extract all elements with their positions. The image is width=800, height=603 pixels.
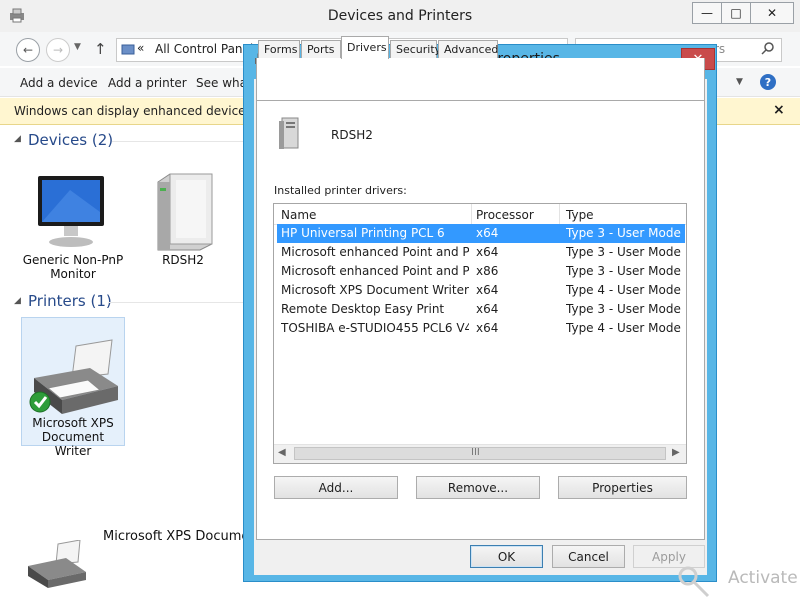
driver-name: Remote Desktop Easy Print bbox=[281, 302, 445, 316]
key-watermark-icon bbox=[676, 564, 712, 600]
monitor-icon[interactable] bbox=[34, 172, 110, 252]
cancel-button[interactable]: Cancel bbox=[552, 545, 625, 568]
up-arrow-icon[interactable]: ↑ bbox=[94, 40, 107, 58]
server-small-icon bbox=[278, 116, 300, 150]
column-separator[interactable] bbox=[559, 204, 560, 224]
view-options-chevron-icon[interactable]: ▼ bbox=[736, 77, 743, 87]
driver-processor: x64 bbox=[476, 321, 499, 335]
tab-drivers[interactable]: Drivers bbox=[341, 36, 389, 59]
driver-name: Microsoft enhanced Point and Pri... bbox=[281, 245, 469, 259]
driver-processor: x64 bbox=[476, 226, 499, 240]
driver-properties-button[interactable]: Properties bbox=[558, 476, 687, 499]
driver-processor: x64 bbox=[476, 302, 499, 316]
driver-name: Microsoft XPS Document Writer v4 bbox=[281, 283, 469, 297]
scroll-left-icon[interactable]: ◀ bbox=[278, 447, 286, 458]
driver-type: Type 3 - User Mode bbox=[566, 302, 681, 316]
activate-watermark: Activate bbox=[728, 568, 798, 588]
close-button[interactable]: ✕ bbox=[750, 2, 794, 24]
driver-processor: x64 bbox=[476, 245, 499, 259]
printer-label-line2: Document Writer bbox=[41, 430, 105, 458]
server-name-label: RDSH2 bbox=[331, 128, 373, 142]
ok-button[interactable]: OK bbox=[470, 545, 543, 568]
driver-name: HP Universal Printing PCL 6 bbox=[281, 226, 445, 240]
details-printer-name: Microsoft XPS Documen bbox=[103, 529, 258, 544]
add-driver-button[interactable]: Add... bbox=[274, 476, 398, 499]
drivers-list-header: Name Processor Type bbox=[274, 204, 686, 225]
minimize-button[interactable]: — bbox=[692, 2, 722, 24]
recent-pages-chevron-icon[interactable]: ▼ bbox=[74, 42, 81, 52]
printer-item-xps[interactable]: Microsoft XPS Document Writer bbox=[21, 317, 125, 458]
forward-button[interactable]: → bbox=[46, 38, 70, 62]
driver-type: Type 3 - User Mode bbox=[566, 245, 681, 259]
driver-type: Type 3 - User Mode bbox=[566, 264, 681, 278]
search-icon bbox=[761, 41, 775, 55]
printer-label-line1: Microsoft XPS bbox=[32, 416, 114, 430]
printer-label: Microsoft XPS Document Writer bbox=[22, 416, 124, 458]
server-icon[interactable] bbox=[152, 168, 216, 252]
back-arrow-icon: ← bbox=[22, 43, 34, 57]
add-printer-button[interactable]: Add a printer bbox=[108, 76, 187, 90]
scrollbar-grip: III bbox=[471, 447, 480, 458]
tab-security[interactable]: Security bbox=[390, 40, 441, 58]
device-label-monitor[interactable]: Generic Non-PnP Monitor bbox=[14, 253, 132, 281]
horizontal-scrollbar[interactable]: ◀ III ▶ bbox=[274, 444, 686, 463]
breadcrumb-prefix: « bbox=[137, 41, 145, 55]
table-row[interactable]: Microsoft enhanced Point and Pri... x64 … bbox=[277, 243, 685, 262]
devices-section-title[interactable]: Devices (2) bbox=[28, 131, 113, 149]
driver-processor: x64 bbox=[476, 283, 499, 297]
drivers-list[interactable]: Name Processor Type HP Universal Printin… bbox=[273, 203, 687, 464]
monitor-label-line1: Generic Non-PnP bbox=[22, 253, 124, 267]
printers-collapse-icon[interactable]: ◢ bbox=[14, 296, 21, 306]
column-separator[interactable] bbox=[471, 204, 472, 224]
maximize-button[interactable]: □ bbox=[721, 2, 751, 24]
monitor-label-line2: Monitor bbox=[50, 267, 96, 281]
control-panel-icon bbox=[121, 42, 135, 56]
help-icon[interactable]: ? bbox=[760, 74, 776, 90]
table-row[interactable]: Remote Desktop Easy Print x64 Type 3 - U… bbox=[277, 300, 685, 319]
column-header-name[interactable]: Name bbox=[281, 208, 316, 222]
add-device-button[interactable]: Add a device bbox=[20, 76, 98, 90]
tab-advanced[interactable]: Advanced bbox=[438, 40, 498, 58]
installed-drivers-label: Installed printer drivers: bbox=[274, 184, 407, 197]
devices-collapse-icon[interactable]: ◢ bbox=[14, 134, 21, 144]
table-row[interactable]: HP Universal Printing PCL 6 x64 Type 3 -… bbox=[277, 224, 685, 243]
printer-icon bbox=[26, 338, 120, 418]
table-row[interactable]: Microsoft enhanced Point and Pri... x86 … bbox=[277, 262, 685, 281]
breadcrumb-label: All Control Panel bbox=[155, 42, 254, 56]
info-bar-close-icon[interactable]: × bbox=[773, 102, 785, 118]
driver-name: Microsoft enhanced Point and Pri... bbox=[281, 264, 469, 278]
driver-processor: x86 bbox=[476, 264, 499, 278]
driver-type: Type 4 - User Mode bbox=[566, 283, 681, 297]
printers-divider bbox=[108, 302, 252, 303]
device-label-server[interactable]: RDSH2 bbox=[148, 253, 218, 267]
table-row[interactable]: Microsoft XPS Document Writer v4 x64 Typ… bbox=[277, 281, 685, 300]
info-bar-text[interactable]: Windows can display enhanced device icon bbox=[14, 104, 274, 118]
driver-type: Type 4 - User Mode bbox=[566, 321, 681, 335]
column-header-type[interactable]: Type bbox=[566, 208, 594, 222]
scrollbar-thumb[interactable]: III bbox=[294, 447, 666, 460]
scroll-right-icon[interactable]: ▶ bbox=[672, 447, 680, 458]
devices-divider bbox=[112, 141, 252, 142]
driver-name: TOSHIBA e-STUDIO455 PCL6 V4 bbox=[281, 321, 469, 335]
tab-forms[interactable]: Forms bbox=[258, 40, 300, 58]
back-button[interactable]: ← bbox=[16, 38, 40, 62]
forward-arrow-icon: → bbox=[52, 43, 64, 57]
remove-driver-button[interactable]: Remove... bbox=[416, 476, 540, 499]
column-header-processor[interactable]: Processor bbox=[476, 208, 534, 222]
tab-ports[interactable]: Ports bbox=[301, 40, 341, 58]
printers-section-title[interactable]: Printers (1) bbox=[28, 292, 112, 310]
driver-type: Type 3 - User Mode bbox=[566, 226, 681, 240]
drivers-tab-panel-top bbox=[256, 58, 705, 100]
window-title: Devices and Printers bbox=[327, 8, 473, 24]
details-printer-icon bbox=[24, 539, 90, 590]
table-row[interactable]: TOSHIBA e-STUDIO455 PCL6 V4 x64 Type 4 -… bbox=[277, 319, 685, 338]
